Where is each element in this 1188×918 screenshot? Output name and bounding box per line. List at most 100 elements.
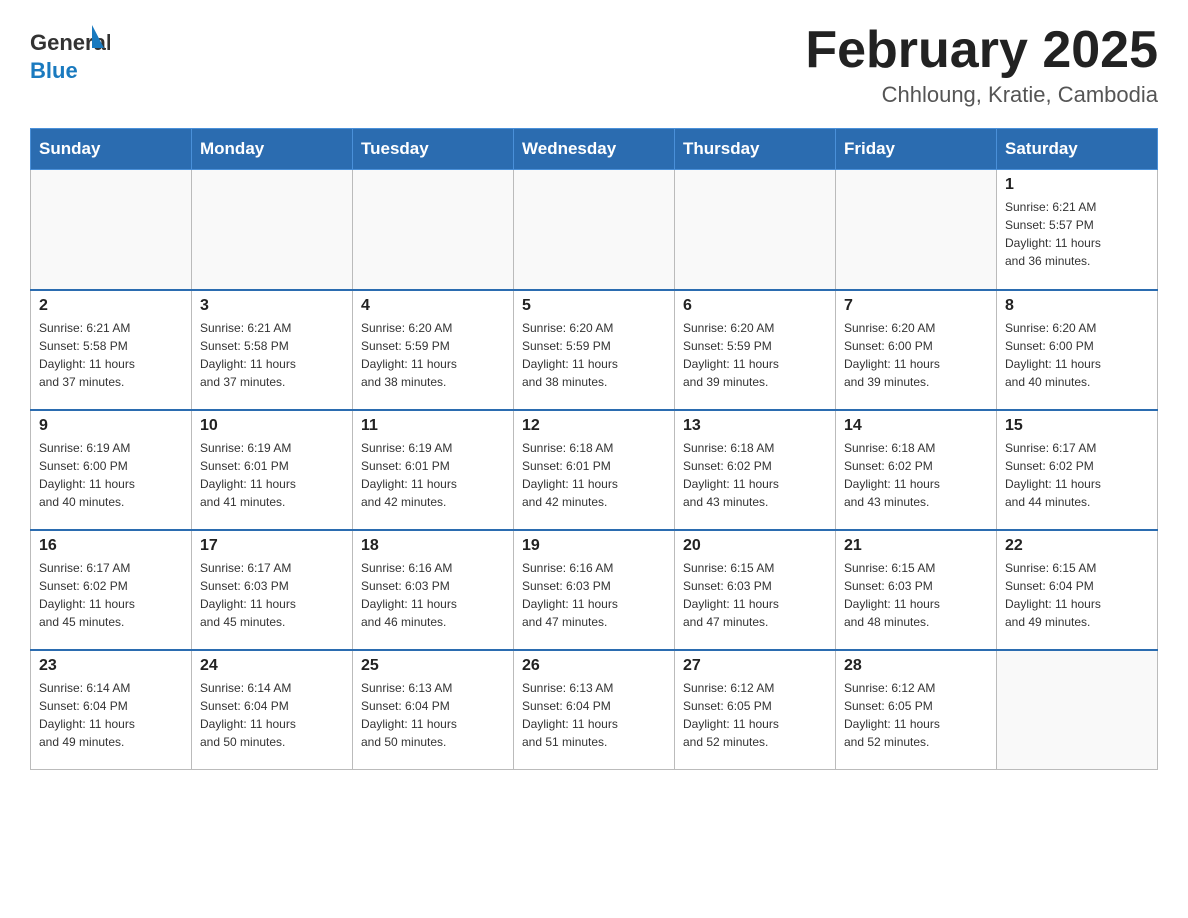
day-number: 23: [39, 657, 183, 675]
calendar-row-3: 9 Sunrise: 6:19 AM Sunset: 6:00 PM Daylig…: [31, 410, 1158, 530]
calendar-cell: 7 Sunrise: 6:20 AM Sunset: 6:00 PM Daylig…: [836, 290, 997, 410]
calendar-cell: [836, 170, 997, 290]
day-info: Sunrise: 6:20 AM Sunset: 6:00 PM Dayligh…: [844, 319, 988, 391]
calendar-cell: 14 Sunrise: 6:18 AM Sunset: 6:02 PM Dayli…: [836, 410, 997, 530]
calendar-cell: [192, 170, 353, 290]
day-info: Sunrise: 6:19 AM Sunset: 6:01 PM Dayligh…: [361, 439, 505, 511]
calendar-cell: 24Sunrise: 6:14 AM Sunset: 6:04 PM Dayli…: [192, 650, 353, 770]
calendar-cell: [997, 650, 1158, 770]
day-number: 12: [522, 417, 666, 435]
day-number: 21: [844, 537, 988, 555]
day-info: Sunrise: 6:21 AM Sunset: 5:58 PM Dayligh…: [39, 319, 183, 391]
day-number: 16: [39, 537, 183, 555]
calendar-cell: 19 Sunrise: 6:16 AM Sunset: 6:03 PM Dayli…: [514, 530, 675, 650]
day-number: 19: [522, 537, 666, 555]
calendar-cell: 13 Sunrise: 6:18 AM Sunset: 6:02 PM Dayli…: [675, 410, 836, 530]
calendar-cell: 17 Sunrise: 6:17 AM Sunset: 6:03 PM Dayli…: [192, 530, 353, 650]
day-info: Sunrise: 6:20 AM Sunset: 5:59 PM Dayligh…: [361, 319, 505, 391]
calendar-cell: 28 Sunrise: 6:12 AM Sunset: 6:05 PM Dayli…: [836, 650, 997, 770]
calendar-cell: 2 Sunrise: 6:21 AM Sunset: 5:58 PM Daylig…: [31, 290, 192, 410]
calendar-table: Sunday Monday Tuesday Wednesday Thursday…: [30, 128, 1158, 770]
calendar-cell: [514, 170, 675, 290]
day-number: 25: [361, 657, 505, 675]
title-area: February 2025 Chhloung, Kratie, Cambodia: [805, 20, 1158, 108]
day-number: 22: [1005, 537, 1149, 555]
day-info: Sunrise: 6:14 AM Sunset: 6:04 PM Dayligh…: [200, 679, 344, 751]
calendar-cell: [675, 170, 836, 290]
calendar-row-5: 23 Sunrise: 6:14 AM Sunset: 6:04 PM Dayli…: [31, 650, 1158, 770]
day-info: Sunrise: 6:17 AM Sunset: 6:02 PM Dayligh…: [39, 559, 183, 631]
day-info: Sunrise: 6:12 AM Sunset: 6:05 PM Dayligh…: [683, 679, 827, 751]
calendar-cell: 1 Sunrise: 6:21 AM Sunset: 5:57 PM Daylig…: [997, 170, 1158, 290]
day-number: 20: [683, 537, 827, 555]
calendar-row-4: 16 Sunrise: 6:17 AM Sunset: 6:02 PM Dayli…: [31, 530, 1158, 650]
calendar-cell: 10 Sunrise: 6:19 AM Sunset: 6:01 PM Dayli…: [192, 410, 353, 530]
page-header: General Blue February 2025 Chhloung, Kra…: [30, 20, 1158, 108]
day-info: Sunrise: 6:20 AM Sunset: 5:59 PM Dayligh…: [522, 319, 666, 391]
day-info: Sunrise: 6:16 AM Sunset: 6:03 PM Dayligh…: [522, 559, 666, 631]
day-number: 15: [1005, 417, 1149, 435]
day-number: 13: [683, 417, 827, 435]
day-info: Sunrise: 6:18 AM Sunset: 6:02 PM Dayligh…: [844, 439, 988, 511]
day-info: Sunrise: 6:21 AM Sunset: 5:58 PM Dayligh…: [200, 319, 344, 391]
day-info: Sunrise: 6:21 AM Sunset: 5:57 PM Dayligh…: [1005, 198, 1149, 270]
day-number: 10: [200, 417, 344, 435]
col-saturday: Saturday: [997, 129, 1158, 170]
calendar-cell: 27Sunrise: 6:12 AM Sunset: 6:05 PM Dayli…: [675, 650, 836, 770]
day-number: 7: [844, 297, 988, 315]
calendar-cell: 5 Sunrise: 6:20 AM Sunset: 5:59 PM Daylig…: [514, 290, 675, 410]
calendar-cell: 9 Sunrise: 6:19 AM Sunset: 6:00 PM Daylig…: [31, 410, 192, 530]
day-number: 4: [361, 297, 505, 315]
day-info: Sunrise: 6:17 AM Sunset: 6:02 PM Dayligh…: [1005, 439, 1149, 511]
calendar-cell: 11 Sunrise: 6:19 AM Sunset: 6:01 PM Dayli…: [353, 410, 514, 530]
calendar-cell: 6 Sunrise: 6:20 AM Sunset: 5:59 PM Daylig…: [675, 290, 836, 410]
calendar-row-2: 2 Sunrise: 6:21 AM Sunset: 5:58 PM Daylig…: [31, 290, 1158, 410]
calendar-cell: 16 Sunrise: 6:17 AM Sunset: 6:02 PM Dayli…: [31, 530, 192, 650]
day-number: 9: [39, 417, 183, 435]
col-wednesday: Wednesday: [514, 129, 675, 170]
day-number: 3: [200, 297, 344, 315]
day-info: Sunrise: 6:14 AM Sunset: 6:04 PM Dayligh…: [39, 679, 183, 751]
day-number: 17: [200, 537, 344, 555]
day-info: Sunrise: 6:18 AM Sunset: 6:02 PM Dayligh…: [683, 439, 827, 511]
calendar-subtitle: Chhloung, Kratie, Cambodia: [805, 82, 1158, 108]
day-info: Sunrise: 6:16 AM Sunset: 6:03 PM Dayligh…: [361, 559, 505, 631]
day-number: 2: [39, 297, 183, 315]
calendar-title: February 2025: [805, 20, 1158, 80]
col-tuesday: Tuesday: [353, 129, 514, 170]
day-info: Sunrise: 6:17 AM Sunset: 6:03 PM Dayligh…: [200, 559, 344, 631]
day-info: Sunrise: 6:12 AM Sunset: 6:05 PM Dayligh…: [844, 679, 988, 751]
calendar-cell: 26 Sunrise: 6:13 AM Sunset: 6:04 PM Dayli…: [514, 650, 675, 770]
calendar-cell: 23 Sunrise: 6:14 AM Sunset: 6:04 PM Dayli…: [31, 650, 192, 770]
calendar-cell: 8 Sunrise: 6:20 AM Sunset: 6:00 PM Daylig…: [997, 290, 1158, 410]
day-number: 1: [1005, 176, 1149, 194]
logo-svg: General Blue: [30, 20, 110, 90]
day-info: Sunrise: 6:15 AM Sunset: 6:04 PM Dayligh…: [1005, 559, 1149, 631]
day-info: Sunrise: 6:15 AM Sunset: 6:03 PM Dayligh…: [683, 559, 827, 631]
col-thursday: Thursday: [675, 129, 836, 170]
day-number: 5: [522, 297, 666, 315]
day-number: 18: [361, 537, 505, 555]
logo: General Blue: [30, 20, 110, 90]
day-number: 14: [844, 417, 988, 435]
day-info: Sunrise: 6:13 AM Sunset: 6:04 PM Dayligh…: [361, 679, 505, 751]
calendar-cell: 18 Sunrise: 6:16 AM Sunset: 6:03 PM Dayli…: [353, 530, 514, 650]
day-number: 26: [522, 657, 666, 675]
day-number: 28: [844, 657, 988, 675]
day-info: Sunrise: 6:15 AM Sunset: 6:03 PM Dayligh…: [844, 559, 988, 631]
day-info: Sunrise: 6:19 AM Sunset: 6:00 PM Dayligh…: [39, 439, 183, 511]
day-info: Sunrise: 6:13 AM Sunset: 6:04 PM Dayligh…: [522, 679, 666, 751]
day-info: Sunrise: 6:19 AM Sunset: 6:01 PM Dayligh…: [200, 439, 344, 511]
col-monday: Monday: [192, 129, 353, 170]
day-number: 8: [1005, 297, 1149, 315]
calendar-header-row: Sunday Monday Tuesday Wednesday Thursday…: [31, 129, 1158, 170]
day-info: Sunrise: 6:20 AM Sunset: 6:00 PM Dayligh…: [1005, 319, 1149, 391]
svg-text:Blue: Blue: [30, 58, 78, 83]
day-info: Sunrise: 6:18 AM Sunset: 6:01 PM Dayligh…: [522, 439, 666, 511]
calendar-cell: 3 Sunrise: 6:21 AM Sunset: 5:58 PM Daylig…: [192, 290, 353, 410]
calendar-cell: [31, 170, 192, 290]
calendar-cell: 20 Sunrise: 6:15 AM Sunset: 6:03 PM Dayli…: [675, 530, 836, 650]
day-info: Sunrise: 6:20 AM Sunset: 5:59 PM Dayligh…: [683, 319, 827, 391]
day-number: 6: [683, 297, 827, 315]
day-number: 11: [361, 417, 505, 435]
